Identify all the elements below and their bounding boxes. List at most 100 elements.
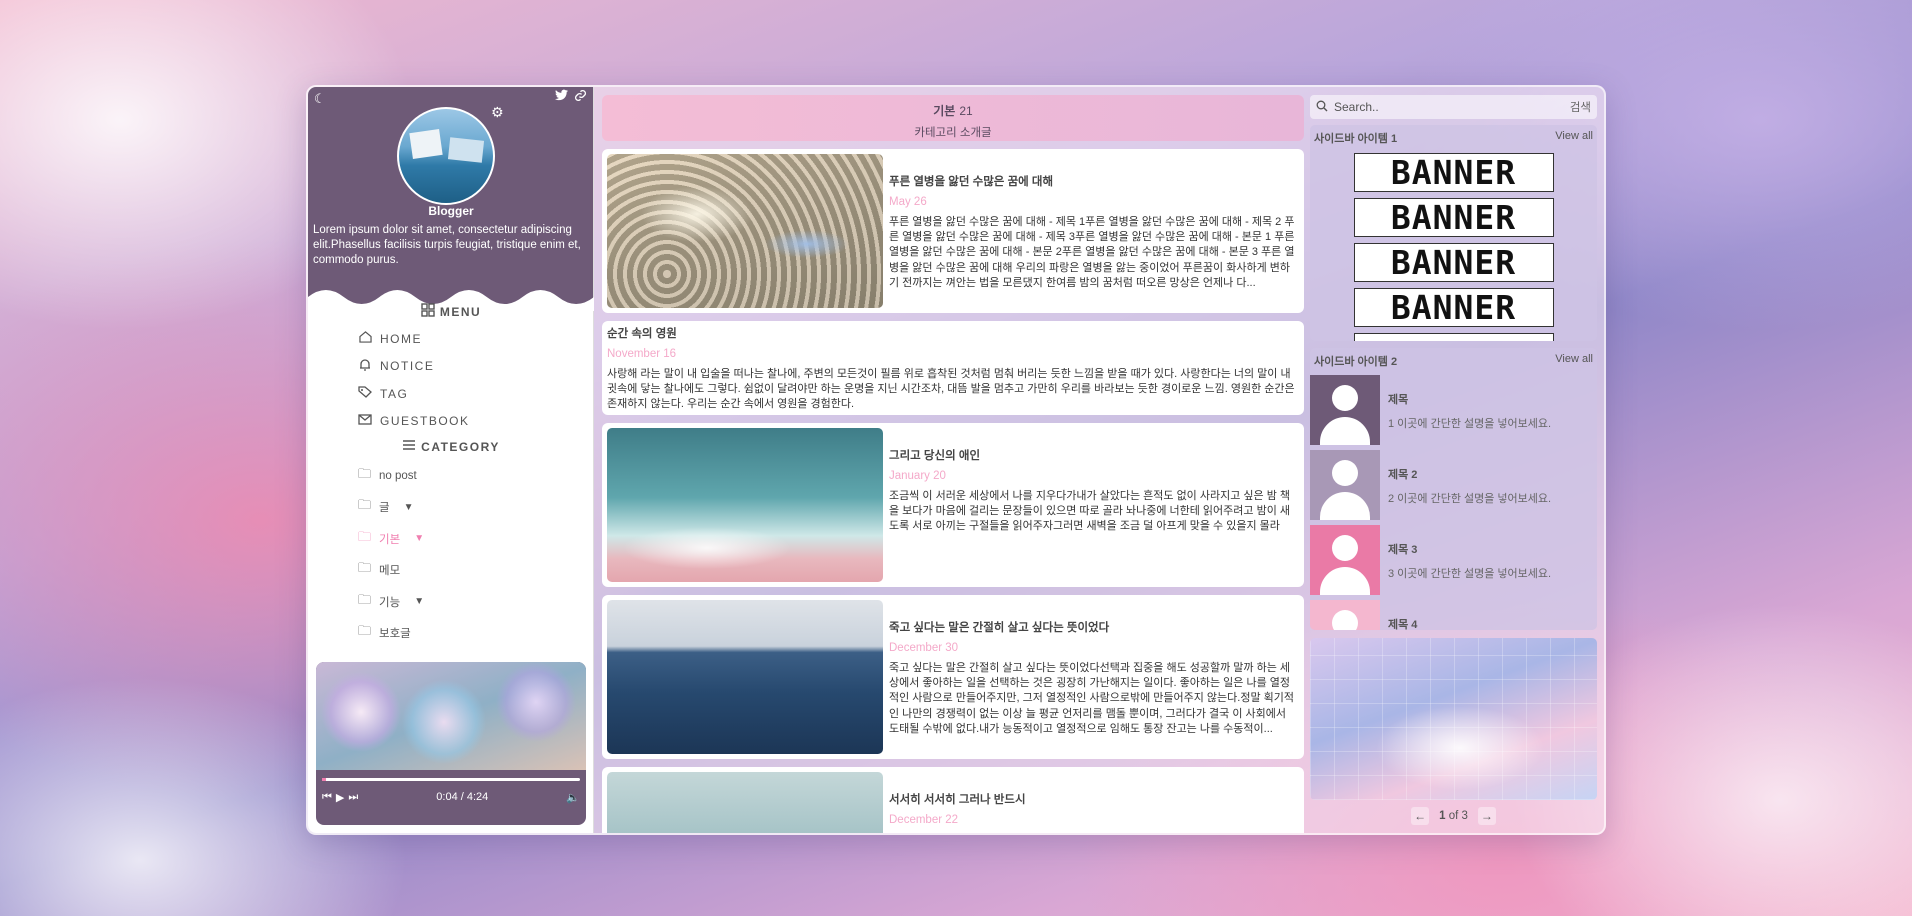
blogger-name: Blogger xyxy=(428,204,474,218)
item-title: 제목 xyxy=(1388,394,1409,406)
link-icon[interactable] xyxy=(574,89,587,105)
moon-icon[interactable]: ☾ xyxy=(314,91,326,107)
blogger-bio: Lorem ipsum dolor sit amet, consectetur … xyxy=(313,224,581,266)
nav-guestbook[interactable]: GUESTBOOK xyxy=(358,408,470,436)
folder-icon: 🗀 xyxy=(358,623,372,639)
widget-title: 사이드바 아이템 1 xyxy=(1314,133,1398,145)
category-label: 기능 xyxy=(379,596,401,609)
widget-item-list: 제목 1 이곳에 간단한 설명을 넣어보세요. 제목 2 2 이곳에 간단한 설명을… xyxy=(1310,375,1597,630)
page-indicator: 1 of 3 xyxy=(1439,810,1468,822)
post-date: January 20 xyxy=(889,470,946,482)
category-item-basic[interactable]: 🗀 기본 ▼ xyxy=(358,523,424,555)
nav-home[interactable]: HOME xyxy=(358,325,470,353)
banner-image[interactable]: BANNER xyxy=(1353,198,1554,237)
category-description: 카테고리 소개글 xyxy=(914,127,992,139)
nav-tag[interactable]: TAG xyxy=(358,380,470,408)
post-card[interactable]: 그리고 당신의 애인 January 20 조금씩 이 서러운 세상에서 나를 … xyxy=(602,423,1304,587)
search-button[interactable]: 검색 xyxy=(1570,99,1591,115)
avatar[interactable] xyxy=(397,107,495,205)
item-desc: 3 이곳에 간단한 설명을 넣어보세요. xyxy=(1388,568,1552,580)
previous-icon[interactable]: ⏮ xyxy=(322,791,332,804)
post-summary: 죽고 싶다는 말은 간절히 살고 싶다는 뜻이었다선택과 집중을 해도 성공할까… xyxy=(889,662,1294,735)
category-item-feature[interactable]: 🗀 기능 ▼ xyxy=(358,586,424,618)
arrow-left-icon[interactable]: ← xyxy=(1411,807,1430,825)
post-list-area: 기본 21 카테고리 소개글 푸른 열병을 앓던 수많은 꿈에 대해 May 26… xyxy=(594,87,1306,833)
post-title[interactable]: 순간 속의 영원 xyxy=(607,325,1299,341)
arrow-right-icon[interactable]: → xyxy=(1477,807,1496,825)
blog-window: ☾ ⚙ Blogger Lorem ipsum dolor sit amet, … xyxy=(306,85,1606,835)
category-item-no-post[interactable]: 🗀 no post xyxy=(358,460,424,492)
folder-icon: 🗀 xyxy=(358,528,372,544)
post-title[interactable]: 죽고 싶다는 말은 간절히 살고 싶다는 뜻이었다 xyxy=(889,619,1299,635)
album-art xyxy=(316,662,586,770)
post-card[interactable]: 서서히 서서히 그러나 반드시 December 22 xyxy=(602,767,1304,833)
category-label: no post xyxy=(379,469,417,482)
banner-image[interactable]: BANNER xyxy=(1353,243,1554,282)
nav-guestbook-label: GUESTBOOK xyxy=(380,414,470,429)
item-desc: 2 이곳에 간단한 설명을 넣어보세요. xyxy=(1388,493,1552,505)
list-item[interactable]: 제목 3 3 이곳에 간단한 설명을 넣어보세요. xyxy=(1310,525,1597,600)
category-count: 21 xyxy=(959,104,973,118)
next-icon[interactable]: ⏭ xyxy=(348,791,358,804)
gear-icon[interactable]: ⚙ xyxy=(491,104,504,121)
post-thumbnail[interactable] xyxy=(607,428,883,582)
view-all-link[interactable]: View all xyxy=(1555,353,1593,369)
banner-image[interactable]: BANNER xyxy=(1353,153,1554,192)
post-thumbnail[interactable] xyxy=(607,772,883,833)
nav-notice-label: NOTICE xyxy=(380,359,435,374)
menu-nav: HOME NOTICE TAG GUESTBOOK xyxy=(358,325,470,435)
home-icon xyxy=(358,331,372,346)
search-bar: Search.. 검색 xyxy=(1310,95,1597,119)
right-sidebar: Search.. 검색 사이드바 아이템 1 View all BANNER B… xyxy=(1306,87,1604,833)
sidebar-photo[interactable] xyxy=(1310,638,1597,800)
category-item-protected[interactable]: 🗀 보호글 xyxy=(358,618,424,650)
category-item-writing[interactable]: 🗀 글 ▼ xyxy=(358,492,424,524)
list-item[interactable]: 제목 2 2 이곳에 간단한 설명을 넣어보세요. xyxy=(1310,450,1597,525)
caret-down-icon[interactable]: ▼ xyxy=(414,596,424,607)
user-placeholder-icon xyxy=(1310,600,1380,630)
menu-title: MENU xyxy=(439,304,482,319)
twitter-icon[interactable] xyxy=(555,89,568,105)
search-input[interactable]: Search.. xyxy=(1334,100,1570,114)
sidebar-widget-2: 사이드바 아이템 2 View all 제목 1 이곳에 간단한 설명을 넣어보세… xyxy=(1310,348,1597,630)
volume-icon[interactable]: 🔈 xyxy=(566,791,580,804)
post-date: December 30 xyxy=(889,642,959,654)
profile-card: ☾ ⚙ Blogger Lorem ipsum dolor sit amet, … xyxy=(308,87,594,311)
view-all-link[interactable]: View all xyxy=(1555,130,1593,146)
post-title[interactable]: 그리고 당신의 애인 xyxy=(889,447,1299,463)
list-item[interactable]: 제목 4 xyxy=(1310,600,1597,630)
post-body: 푸른 열병을 앓던 수많은 꿈에 대해 May 26 푸른 열병을 앓던 수많은… xyxy=(889,173,1299,291)
nav-home-label: HOME xyxy=(380,331,422,346)
category-label: 메모 xyxy=(379,565,401,578)
post-title[interactable]: 서서히 서서히 그러나 반드시 xyxy=(889,791,1299,807)
post-card[interactable]: 순간 속의 영원 November 16 사랑해 라는 말이 내 입술을 떠나는… xyxy=(602,321,1304,415)
post-thumbnail[interactable] xyxy=(607,154,883,308)
post-date: December 22 xyxy=(889,814,959,826)
progress-bar[interactable] xyxy=(322,778,580,781)
list-item[interactable]: 제목 1 이곳에 간단한 설명을 넣어보세요. xyxy=(1310,375,1597,450)
post-title[interactable]: 푸른 열병을 앓던 수많은 꿈에 대해 xyxy=(889,173,1299,189)
mail-icon xyxy=(358,414,372,428)
category-label: 보호글 xyxy=(379,628,411,641)
tag-icon xyxy=(358,386,372,401)
post-card[interactable]: 죽고 싶다는 말은 간절히 살고 싶다는 뜻이었다 December 30 죽고… xyxy=(602,595,1304,759)
hamburger-icon xyxy=(402,439,416,454)
post-body: 그리고 당신의 애인 January 20 조금씩 이 서러운 세상에서 나를 … xyxy=(889,447,1299,535)
post-date: May 26 xyxy=(889,196,927,208)
category-label: 글 xyxy=(379,502,390,515)
caret-down-icon[interactable]: ▼ xyxy=(414,533,424,544)
post-thumbnail[interactable] xyxy=(607,600,883,754)
category-title: CATEGORY xyxy=(421,439,500,454)
category-item-memo[interactable]: 🗀 메모 xyxy=(358,555,424,587)
play-icon[interactable]: ▶ xyxy=(336,791,344,804)
caret-down-icon[interactable]: ▼ xyxy=(404,502,414,513)
banner-image[interactable] xyxy=(1353,333,1554,341)
current-page: 1 xyxy=(1439,810,1446,822)
post-card[interactable]: 푸른 열병을 앓던 수많은 꿈에 대해 May 26 푸른 열병을 앓던 수많은… xyxy=(602,149,1304,313)
nav-notice[interactable]: NOTICE xyxy=(358,353,470,381)
left-sidebar: ☾ ⚙ Blogger Lorem ipsum dolor sit amet, … xyxy=(308,87,594,833)
banner-image[interactable]: BANNER xyxy=(1353,288,1554,327)
item-title: 제목 3 xyxy=(1388,544,1418,556)
category-header-title: 기본 21 xyxy=(602,95,1304,119)
total-pages: 3 xyxy=(1461,810,1468,822)
